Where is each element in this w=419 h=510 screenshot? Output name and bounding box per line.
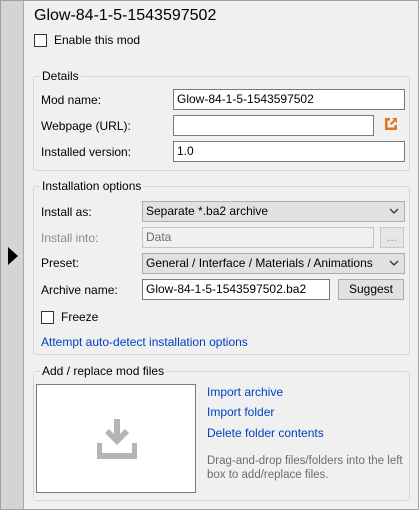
collapse-splitter[interactable] xyxy=(1,1,24,509)
expand-arrow-icon[interactable] xyxy=(8,247,18,265)
install-into-label: Install into: xyxy=(41,231,99,245)
enable-mod-label: Enable this mod xyxy=(54,33,141,47)
mod-name-label: Mod name: xyxy=(41,93,102,107)
suggest-button[interactable]: Suggest xyxy=(338,279,404,300)
browse-button: ... xyxy=(380,227,404,248)
freeze-label: Freeze xyxy=(61,310,99,324)
mod-details-panel: Glow-84-1-5-1543597502 Enable this mod D… xyxy=(25,1,418,509)
archive-name-label: Archive name: xyxy=(41,283,118,297)
import-folder-link[interactable]: Import folder xyxy=(207,405,274,419)
auto-detect-link[interactable]: Attempt auto-detect installation options xyxy=(41,335,248,349)
installed-version-label: Installed version: xyxy=(41,145,132,159)
details-group-title: Details xyxy=(40,69,81,83)
chevron-down-icon xyxy=(389,208,399,214)
freeze-row[interactable]: Freeze xyxy=(41,310,98,324)
install-into-input: Data xyxy=(142,227,374,248)
open-external-link-icon[interactable] xyxy=(382,115,400,133)
archive-name-input[interactable]: Glow-84-1-5-1543597502.ba2 xyxy=(142,279,330,300)
enable-mod-row[interactable]: Enable this mod xyxy=(34,33,140,47)
mod-details-window: Glow-84-1-5-1543597502 Enable this mod D… xyxy=(0,0,419,510)
delete-folder-contents-link[interactable]: Delete folder contents xyxy=(207,426,324,440)
preset-value: General / Interface / Materials / Animat… xyxy=(146,256,373,270)
mod-name-input[interactable]: Glow-84-1-5-1543597502 xyxy=(173,89,405,110)
mod-title: Glow-84-1-5-1543597502 xyxy=(34,7,217,24)
enable-mod-checkbox[interactable] xyxy=(34,33,47,47)
install-as-value: Separate *.ba2 archive xyxy=(146,204,269,218)
install-as-label: Install as: xyxy=(41,205,92,219)
freeze-checkbox[interactable] xyxy=(41,310,54,324)
mod-files-title: Add / replace mod files xyxy=(40,364,167,378)
import-archive-link[interactable]: Import archive xyxy=(207,385,283,399)
webpage-input[interactable] xyxy=(173,115,374,136)
preset-dropdown[interactable]: General / Interface / Materials / Animat… xyxy=(142,253,405,274)
install-as-dropdown[interactable]: Separate *.ba2 archive xyxy=(142,201,405,222)
preset-label: Preset: xyxy=(41,256,80,270)
file-drop-area[interactable] xyxy=(36,384,196,493)
installed-version-input[interactable]: 1.0 xyxy=(173,141,405,162)
webpage-label: Webpage (URL): xyxy=(41,119,131,133)
installation-options-title: Installation options xyxy=(40,179,144,193)
drag-drop-hint: Drag-and-drop files/folders into the lef… xyxy=(207,455,403,481)
chevron-down-icon xyxy=(389,260,399,266)
download-icon xyxy=(97,419,137,459)
